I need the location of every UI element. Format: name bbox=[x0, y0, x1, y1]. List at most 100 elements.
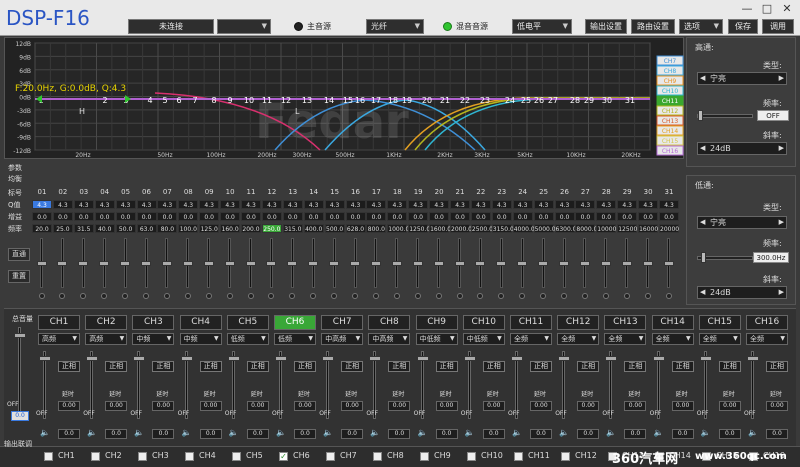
band-freq-value[interactable]: 3150.0 bbox=[491, 224, 514, 233]
channel-volume-handle[interactable] bbox=[416, 356, 429, 361]
channel-button-ch9[interactable]: CH9 bbox=[415, 315, 458, 330]
channel-volume-value[interactable]: 0.0 bbox=[577, 429, 600, 439]
output-link-checkbox[interactable] bbox=[44, 452, 53, 461]
band-q-value[interactable]: 4.3 bbox=[136, 200, 157, 209]
chevron-left-icon[interactable]: ◀ bbox=[700, 73, 705, 84]
channel-button-ch10[interactable]: CH10 bbox=[462, 315, 505, 330]
band-marker[interactable]: 23 bbox=[480, 96, 490, 105]
channel-volume-slider[interactable] bbox=[467, 351, 471, 419]
band-q-value[interactable]: 4.3 bbox=[408, 200, 429, 209]
chevron-left-icon[interactable]: ◀ bbox=[700, 217, 705, 228]
band-marker[interactable]: 7 bbox=[192, 96, 197, 105]
band-select-dot[interactable] bbox=[561, 293, 567, 299]
band-freq-value[interactable]: 50.0 bbox=[115, 224, 136, 233]
band-gain-value[interactable]: 0.0 bbox=[575, 212, 596, 221]
channel-volume-handle[interactable] bbox=[322, 356, 335, 361]
channel-phase-button[interactable]: 正相 bbox=[482, 361, 505, 372]
band-select-dot[interactable] bbox=[38, 293, 45, 299]
channel-button-ch1[interactable]: CH1 bbox=[38, 315, 80, 330]
channel-volume-value[interactable]: 0.0 bbox=[105, 429, 128, 439]
band-select-dot[interactable] bbox=[498, 293, 505, 299]
channel-phase-button[interactable]: 正相 bbox=[624, 361, 647, 372]
output-link-checkbox[interactable] bbox=[326, 452, 335, 461]
band-select-dot[interactable] bbox=[101, 293, 108, 299]
band-gain-handle[interactable] bbox=[559, 261, 569, 266]
band-freq-value[interactable]: 628.0 bbox=[345, 224, 366, 233]
band-gain-handle[interactable] bbox=[308, 261, 319, 266]
band-gain-handle[interactable] bbox=[538, 261, 549, 266]
band-gain-handle[interactable] bbox=[579, 261, 590, 266]
band-gain-value[interactable]: 0.0 bbox=[94, 212, 115, 221]
channel-volume-slider[interactable] bbox=[373, 351, 377, 419]
output-link-checkbox[interactable] bbox=[467, 452, 476, 461]
band-q-value[interactable]: 4.3 bbox=[115, 200, 136, 209]
band-marker[interactable]: 19 bbox=[402, 96, 412, 105]
band-marker[interactable]: 27 bbox=[548, 96, 558, 105]
band-freq-value[interactable]: 250.0 bbox=[261, 224, 282, 233]
lowpass-marker[interactable]: L bbox=[295, 107, 300, 116]
band-gain-value[interactable]: 0.0 bbox=[638, 212, 659, 221]
channel-volume-value[interactable]: 0.0 bbox=[482, 429, 505, 439]
channel-volume-handle[interactable] bbox=[511, 356, 523, 361]
band-q-value[interactable]: 4.3 bbox=[282, 200, 303, 209]
chevron-left-icon[interactable]: ◀ bbox=[700, 287, 705, 298]
band-freq-value[interactable]: 31.5 bbox=[73, 224, 94, 233]
channel-volume-handle[interactable] bbox=[180, 356, 193, 361]
channel-button-ch14[interactable]: CH14 bbox=[651, 315, 694, 330]
band-q-value[interactable]: 4.3 bbox=[450, 200, 470, 209]
band-gain-value[interactable]: 0.0 bbox=[512, 212, 533, 221]
band-gain-handle[interactable] bbox=[496, 261, 507, 266]
band-gain-handle[interactable] bbox=[287, 261, 298, 266]
band-gain-value[interactable]: 0.0 bbox=[659, 212, 679, 221]
channel-volume-handle[interactable] bbox=[699, 356, 712, 361]
channel-type-select[interactable]: 中频 ▼ bbox=[179, 333, 222, 345]
channel-button-ch6[interactable]: CH6 bbox=[274, 315, 316, 330]
minimize-icon[interactable]: — bbox=[740, 2, 754, 15]
band-freq-value[interactable]: 125.0 bbox=[199, 224, 220, 233]
highpass-slope-select[interactable]: ◀ 24dB ▶ bbox=[697, 142, 787, 155]
channel-volume-slider[interactable] bbox=[609, 351, 613, 419]
channel-button-ch11[interactable]: CH11 bbox=[510, 315, 552, 330]
speaker-icon[interactable]: 🔈 bbox=[370, 428, 380, 437]
save-button[interactable]: 保存 bbox=[728, 19, 758, 34]
band-marker[interactable]: 15 bbox=[343, 96, 353, 105]
band-q-value[interactable]: 4.3 bbox=[303, 200, 324, 209]
band-freq-value[interactable]: 80.0 bbox=[157, 224, 178, 233]
channel-type-select[interactable]: 全频 ▼ bbox=[651, 333, 694, 345]
channel-phase-button[interactable]: 正相 bbox=[105, 361, 128, 372]
channel-volume-handle[interactable] bbox=[747, 356, 759, 361]
output-link-checkbox[interactable] bbox=[138, 452, 147, 461]
band-q-value[interactable]: 4.3 bbox=[32, 200, 52, 209]
channel-volume-handle[interactable] bbox=[39, 356, 51, 361]
band-freq-value[interactable]: 1000.0 bbox=[387, 224, 409, 233]
band-marker[interactable]: 26 bbox=[534, 96, 544, 105]
speaker-icon[interactable]: 🔈 bbox=[87, 428, 97, 437]
band-select-dot[interactable] bbox=[289, 293, 296, 299]
recall-button[interactable]: 调用 bbox=[762, 19, 794, 34]
band-gain-value[interactable]: 0.0 bbox=[136, 212, 157, 221]
band-freq-value[interactable]: 500.0 bbox=[324, 224, 345, 233]
channel-volume-value[interactable]: 0.0 bbox=[435, 429, 458, 439]
band-q-value[interactable]: 4.3 bbox=[387, 200, 408, 209]
band-freq-value[interactable]: 40.0 bbox=[94, 224, 115, 233]
channel-volume-slider[interactable] bbox=[751, 351, 754, 419]
band-freq-value[interactable]: 2000.0 bbox=[450, 224, 472, 233]
reset-button[interactable]: 重置 bbox=[8, 270, 30, 283]
band-marker[interactable]: 8 bbox=[211, 96, 216, 105]
band-gain-value[interactable]: 0.0 bbox=[470, 212, 491, 221]
band-freq-value[interactable]: 800.0 bbox=[366, 224, 387, 233]
channel-volume-handle[interactable] bbox=[227, 356, 240, 361]
band-freq-value[interactable]: 160.0 bbox=[220, 224, 241, 233]
band-gain-value[interactable]: 0.0 bbox=[303, 212, 324, 221]
band-marker[interactable]: 16 bbox=[355, 96, 365, 105]
master-volume-handle[interactable] bbox=[14, 333, 26, 338]
band-freq-value[interactable]: 20.0 bbox=[32, 224, 52, 233]
band-select-dot[interactable] bbox=[414, 293, 421, 299]
band-gain-handle[interactable] bbox=[433, 261, 444, 266]
band-freq-value[interactable]: 12500 bbox=[617, 224, 637, 233]
band-marker[interactable]: 10 bbox=[244, 96, 254, 105]
channel-volume-slider[interactable] bbox=[515, 351, 518, 419]
band-gain-value[interactable]: 0.0 bbox=[366, 212, 387, 221]
band-q-value[interactable]: 4.3 bbox=[596, 200, 617, 209]
maximize-icon[interactable]: □ bbox=[760, 2, 774, 15]
